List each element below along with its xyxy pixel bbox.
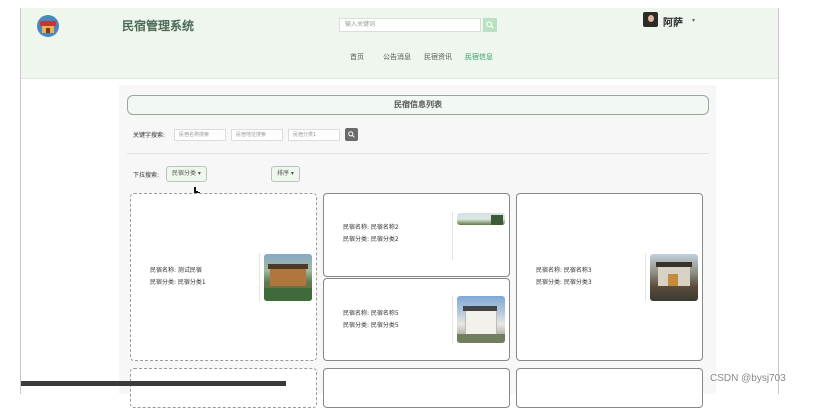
card-category: 民宿分类: 民宿分类2 [343, 236, 399, 243]
card-name: 民宿名称: 民宿名称3 [536, 267, 592, 274]
category-dropdown[interactable]: 民宿分类 ▾ [166, 166, 207, 182]
nav-homestay-info[interactable]: 民宿信息 [465, 52, 493, 62]
homestay-card-6[interactable] [323, 368, 510, 408]
homestay-card-2[interactable]: 民宿名称: 民宿名称2 民宿分类: 民宿分类2 [323, 193, 510, 277]
search-icon [486, 21, 494, 29]
card-name: 民宿名称: 民宿名称2 [343, 224, 399, 231]
window-frame-right [778, 8, 779, 394]
category-search-input[interactable]: 民宿分类1 [288, 129, 340, 141]
user-name[interactable]: 阿萨 [663, 14, 683, 29]
divider [127, 153, 709, 154]
search-input[interactable]: 输入关键词 [339, 18, 481, 32]
homestay-card-3[interactable]: 民宿名称: 民宿名称3 民宿分类: 民宿分类3 [516, 193, 703, 361]
homestay-card-5[interactable] [130, 368, 317, 408]
card-category: 民宿分类: 民宿分类5 [343, 322, 399, 329]
panel-title: 民宿信息列表 [127, 95, 709, 115]
sort-dropdown[interactable]: 排序 ▾ [271, 166, 300, 182]
card-name: 民宿名称: 测试民宿 [150, 267, 202, 274]
chevron-down-icon[interactable]: ▾ [692, 17, 695, 24]
address-search-input[interactable]: 民宿地址搜索 [231, 129, 283, 141]
card-category: 民宿分类: 民宿分类3 [536, 279, 592, 286]
dropdown-search-label: 下拉搜索: [133, 172, 160, 179]
top-header: 民宿管理系统 输入关键词 首页 公告消息 民宿资讯 民宿信息 阿萨 ▾ [21, 8, 778, 79]
name-search-input[interactable]: 民宿名称搜索 [174, 129, 226, 141]
nav-home[interactable]: 首页 [350, 52, 364, 62]
homestay-card-1[interactable]: 民宿名称: 测试民宿 民宿分类: 民宿分类1 [130, 193, 317, 361]
card-name: 民宿名称: 民宿名称5 [343, 310, 399, 317]
app-title: 民宿管理系统 [122, 19, 195, 33]
keyword-search-label: 关键字搜索: [133, 132, 166, 139]
homestay-card-7[interactable] [516, 368, 703, 408]
homestay-card-4[interactable]: 民宿名称: 民宿名称5 民宿分类: 民宿分类5 [323, 278, 510, 361]
search-button[interactable] [483, 18, 497, 32]
search-icon [348, 131, 355, 138]
homestay-thumbnail[interactable] [264, 254, 312, 301]
avatar[interactable] [643, 12, 658, 27]
logo-icon [37, 15, 59, 37]
keyword-search-button[interactable] [345, 128, 358, 141]
status-bar [21, 381, 286, 386]
card-category: 民宿分类: 民宿分类1 [150, 279, 206, 286]
nav-news[interactable]: 民宿资讯 [424, 52, 452, 62]
homestay-thumbnail[interactable] [650, 254, 698, 301]
homestay-thumbnail[interactable] [457, 213, 505, 225]
nav-announcements[interactable]: 公告消息 [383, 52, 411, 62]
homestay-thumbnail[interactable] [457, 296, 505, 343]
watermark: CSDN @bysj703 [710, 373, 786, 384]
